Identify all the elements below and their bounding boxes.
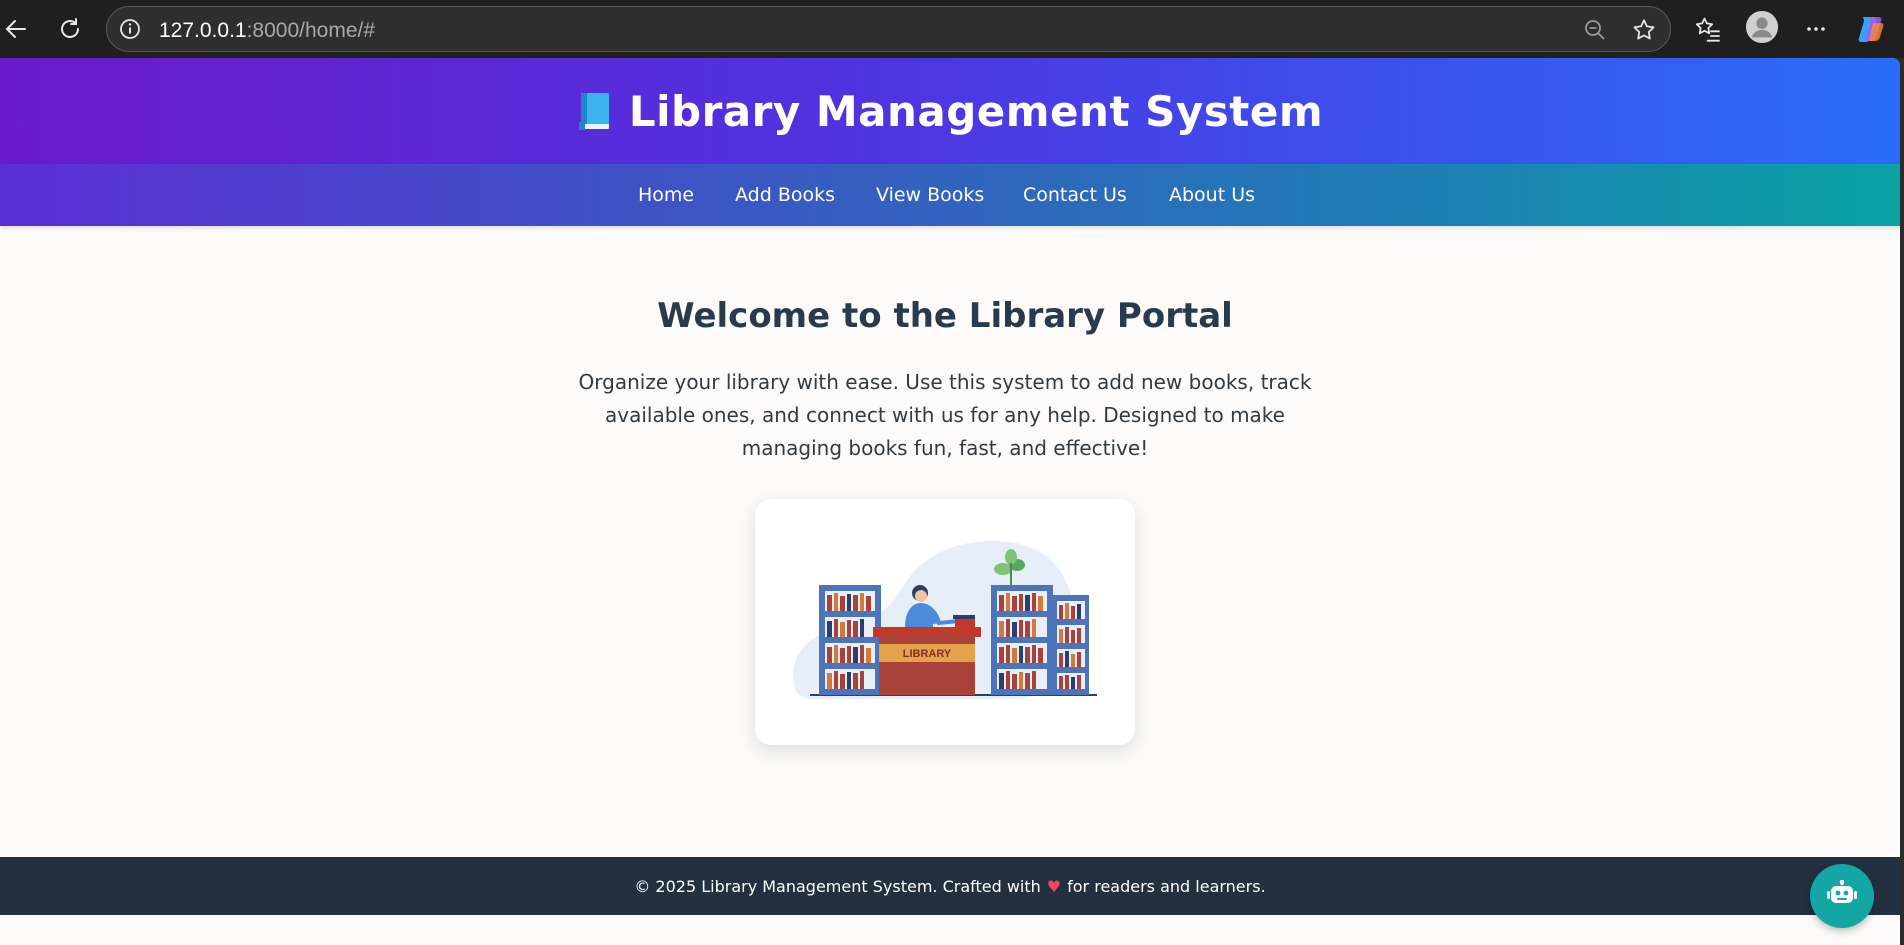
library-desk: LIBRARY xyxy=(873,615,981,695)
profile-avatar-icon[interactable] xyxy=(1745,10,1779,44)
footer-text-after: for readers and learners. xyxy=(1067,876,1266,896)
back-arrow-icon[interactable] xyxy=(0,9,36,49)
library-illustration: LIBRARY xyxy=(793,540,1097,699)
more-options-icon[interactable] xyxy=(1799,12,1833,46)
chatbot-button[interactable] xyxy=(1810,864,1874,928)
book-icon xyxy=(577,91,611,131)
main-nav: Home Add Books View Books Contact Us Abo… xyxy=(0,164,1900,226)
copilot-icon[interactable] xyxy=(1854,12,1888,46)
heart-icon: ♥ xyxy=(1046,876,1062,896)
browser-toolbar: 127.0.0.1:8000/home/# xyxy=(0,0,1904,58)
desk-sign: LIBRARY xyxy=(903,648,952,660)
site-footer: © 2025 Library Management System. Crafte… xyxy=(0,857,1900,915)
nav-add-books[interactable]: Add Books xyxy=(735,184,835,206)
info-icon[interactable] xyxy=(117,16,143,42)
url-path: :8000/home/# xyxy=(246,19,376,42)
reload-icon[interactable] xyxy=(50,9,90,49)
favorites-list-icon[interactable] xyxy=(1691,12,1725,46)
footer-text-before: © 2025 Library Management System. Crafte… xyxy=(634,876,1041,896)
window-edge xyxy=(1900,58,1904,945)
site-title: Library Management System xyxy=(577,87,1323,136)
nav-about-us[interactable]: About Us xyxy=(1169,184,1255,206)
nav-contact-us[interactable]: Contact Us xyxy=(1023,184,1127,206)
right-bookshelf xyxy=(991,585,1089,695)
robot-icon xyxy=(1827,879,1857,912)
page-viewport: Library Management System Home Add Books… xyxy=(0,58,1900,945)
library-illustration-card: LIBRARY xyxy=(755,499,1135,745)
welcome-intro: Organize your library with ease. Use thi… xyxy=(578,370,1312,460)
nav-home[interactable]: Home xyxy=(638,184,694,206)
left-bookshelf xyxy=(819,585,881,695)
favorite-star-icon[interactable] xyxy=(1631,17,1657,43)
url-text[interactable]: 127.0.0.1:8000/home/# xyxy=(159,19,375,43)
welcome-heading: Welcome to the Library Portal xyxy=(657,296,1233,336)
address-bar[interactable]: 127.0.0.1:8000/home/# xyxy=(106,6,1671,52)
site-header: Library Management System xyxy=(0,58,1900,164)
site-title-text: Library Management System xyxy=(628,86,1324,136)
zoom-out-icon[interactable] xyxy=(1582,17,1608,43)
nav-view-books[interactable]: View Books xyxy=(876,184,984,206)
url-host: 127.0.0.1 xyxy=(159,19,247,42)
